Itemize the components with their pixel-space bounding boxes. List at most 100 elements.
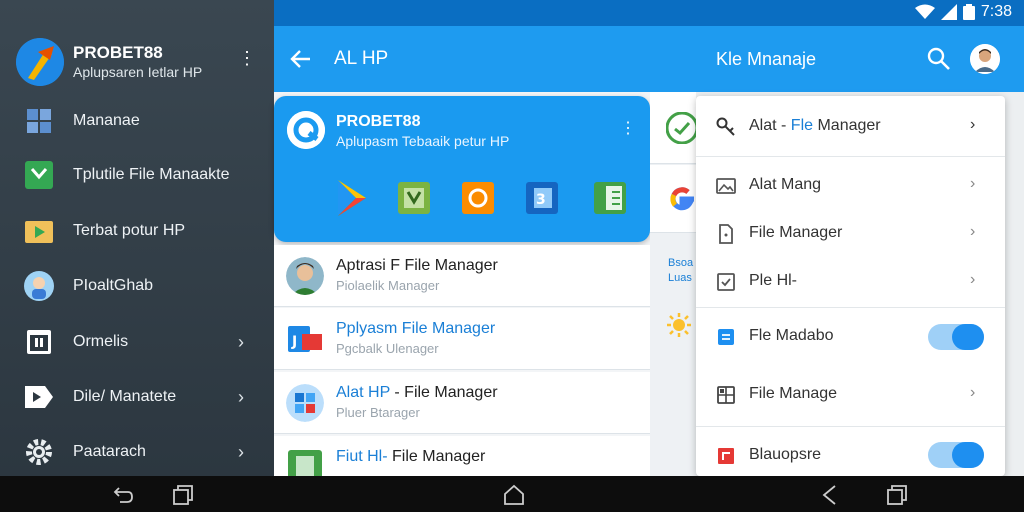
svg-text:J: J — [291, 334, 297, 350]
strip-label: Bsoa Luas — [668, 256, 693, 286]
more-vert-icon[interactable]: ⋮ — [238, 48, 256, 68]
person-avatar-icon — [286, 257, 324, 295]
file-manager-menu: Alat - Fle Manager › Alat Mang › File Ma… — [696, 96, 1005, 476]
divider — [696, 156, 1005, 157]
drawer-item-label: Dile/ Manatete — [73, 388, 177, 405]
toggle-knob — [952, 324, 984, 350]
drawer-header: PROBET88 Aplupsaren Ietlar HP ⋮ — [0, 0, 274, 92]
menu-item-label: Blauopsre — [749, 446, 822, 463]
wifi-icon — [914, 4, 935, 20]
blue-doc-app-icon[interactable]: 3 — [524, 178, 560, 218]
key-icon — [716, 117, 736, 137]
toggle-switch[interactable] — [928, 324, 984, 350]
drawer-item-label: Paatarach — [73, 443, 146, 460]
menu-item-file-manage[interactable]: File Manage › — [696, 367, 1005, 423]
recents-icon[interactable] — [172, 484, 194, 506]
grid-square-icon — [716, 385, 736, 405]
list-item[interactable]: Aptrasi F File Manager Piolaelik Manager — [274, 245, 650, 307]
drawer-item-dile-manatete[interactable]: Dile/ Manatete › — [0, 370, 274, 424]
divider — [696, 307, 1005, 308]
drawer-item-mananae[interactable]: Mananae — [0, 94, 274, 148]
drawer-item-label: Tplutile File Manaakte — [73, 166, 230, 183]
gear-icon — [24, 437, 54, 467]
list-item-subtitle: Piolaelik Manager — [336, 278, 440, 293]
orange-app-icon[interactable] — [460, 178, 496, 218]
panel-title: Kle Mnanaje — [716, 49, 817, 69]
divider — [696, 426, 1005, 427]
strip-cell — [650, 92, 698, 164]
strip-label-line: Bsoa — [668, 257, 694, 269]
drawer-item-terbat[interactable]: Terbat potur HP — [0, 204, 274, 258]
sun-icon — [667, 313, 691, 337]
character-avatar-icon — [24, 271, 54, 301]
user-avatar[interactable] — [970, 44, 1000, 74]
brand-logo-icon — [16, 38, 64, 86]
battery-icon — [962, 4, 975, 20]
green-app-icon — [24, 160, 54, 190]
list-item[interactable]: J Pplyasm File Manager Pgcbalk Ulenager — [274, 308, 650, 370]
menu-item-ple-hl[interactable]: Ple Hl- › — [696, 254, 1005, 310]
doc-icon — [716, 224, 736, 244]
drawer-item-ormelis[interactable]: Ormelis › — [0, 315, 274, 369]
blue-red-app-icon: J — [286, 320, 324, 358]
chevron-right-icon: › — [970, 175, 976, 192]
navigation-drawer: PROBET88 Aplupsaren Ietlar HP ⋮ Mananae … — [0, 0, 274, 476]
menu-item-label: Fle Madabo — [749, 327, 834, 344]
back-triangle-icon[interactable] — [819, 484, 841, 506]
chevron-right-icon: › — [970, 223, 976, 240]
drawer-item-file-manaakte[interactable]: Tplutile File Manaakte — [0, 148, 274, 202]
menu-header-prefix: Alat - — [749, 117, 791, 134]
system-nav-bar — [0, 476, 1024, 512]
play-store-icon[interactable] — [334, 178, 370, 218]
menu-item-fle-madabo[interactable]: Fle Madabo — [696, 309, 1005, 365]
chevron-right-icon: › — [238, 441, 244, 462]
menu-header-row[interactable]: Alat - Fle Manager › — [696, 98, 1005, 154]
svg-text:3: 3 — [536, 192, 546, 208]
list-item-subtitle: Pgcbalk Ulenager — [336, 341, 439, 356]
red-square-icon — [716, 446, 736, 466]
play-label-icon — [24, 382, 54, 412]
more-vert-icon[interactable]: ⋮ — [620, 118, 636, 138]
featured-app-card[interactable]: PROBET88 Aplupasm Tebaaik petur HP ⋮ 3 — [274, 96, 650, 242]
drawer-item-pioaltghab[interactable]: PIoaltGhab — [0, 259, 274, 313]
green-doc-app-icon[interactable] — [592, 178, 628, 218]
back-gesture-icon[interactable] — [112, 484, 134, 506]
overview-icon[interactable] — [886, 484, 908, 506]
back-arrow-icon[interactable] — [288, 46, 314, 72]
card-subtitle: Aplupasm Tebaaik petur HP — [336, 133, 510, 149]
title-rest: - File Manager — [389, 384, 498, 401]
menu-header-accent: Fle — [790, 117, 814, 134]
list-item-title: Aptrasi F File Manager — [336, 257, 498, 274]
drawer-title: PROBET88 — [73, 43, 163, 62]
check-square-icon — [716, 272, 736, 292]
drawer-subtitle: Aplupsaren Ietlar HP — [73, 64, 203, 80]
menu-header-suffix: Manager — [813, 117, 881, 134]
menu-item-label: Alat Mang — [749, 176, 822, 193]
chevron-right-icon: › — [970, 271, 976, 288]
strip-cell — [650, 165, 696, 233]
search-icon[interactable] — [926, 46, 952, 72]
green-check-icon — [666, 112, 698, 144]
home-icon[interactable] — [503, 484, 525, 506]
list-item[interactable]: Alat HP - File Manager Pluer Btarager — [274, 372, 650, 434]
chevron-right-icon: › — [238, 386, 244, 407]
menu-header-label: Alat - Fle Manager — [749, 117, 881, 135]
clock-time: 7:38 — [980, 3, 1012, 20]
toggle-switch[interactable] — [928, 442, 984, 468]
list-item-title: Alat HP - File Manager — [336, 384, 498, 402]
green-sheet-app-icon[interactable] — [396, 178, 432, 218]
windows-app-icon — [286, 384, 324, 422]
title-rest: File Manager — [387, 448, 486, 465]
drawer-item-label: PIoaltGhab — [73, 277, 154, 294]
window-icon — [24, 327, 54, 357]
chevron-right-icon: › — [238, 331, 244, 352]
blue-doc-icon — [716, 327, 736, 347]
image-icon — [716, 176, 736, 196]
chevron-right-icon: › — [970, 384, 976, 401]
menu-item-label: Ple Hl- — [749, 272, 798, 289]
status-bar: 7:38 — [274, 0, 1024, 26]
drawer-item-label: Mananae — [73, 112, 140, 129]
chevron-right-icon: › — [970, 116, 976, 133]
list-item[interactable]: Fiut Hl- File Manager — [274, 436, 650, 484]
drawer-item-paatarach[interactable]: Paatarach › — [0, 425, 274, 479]
